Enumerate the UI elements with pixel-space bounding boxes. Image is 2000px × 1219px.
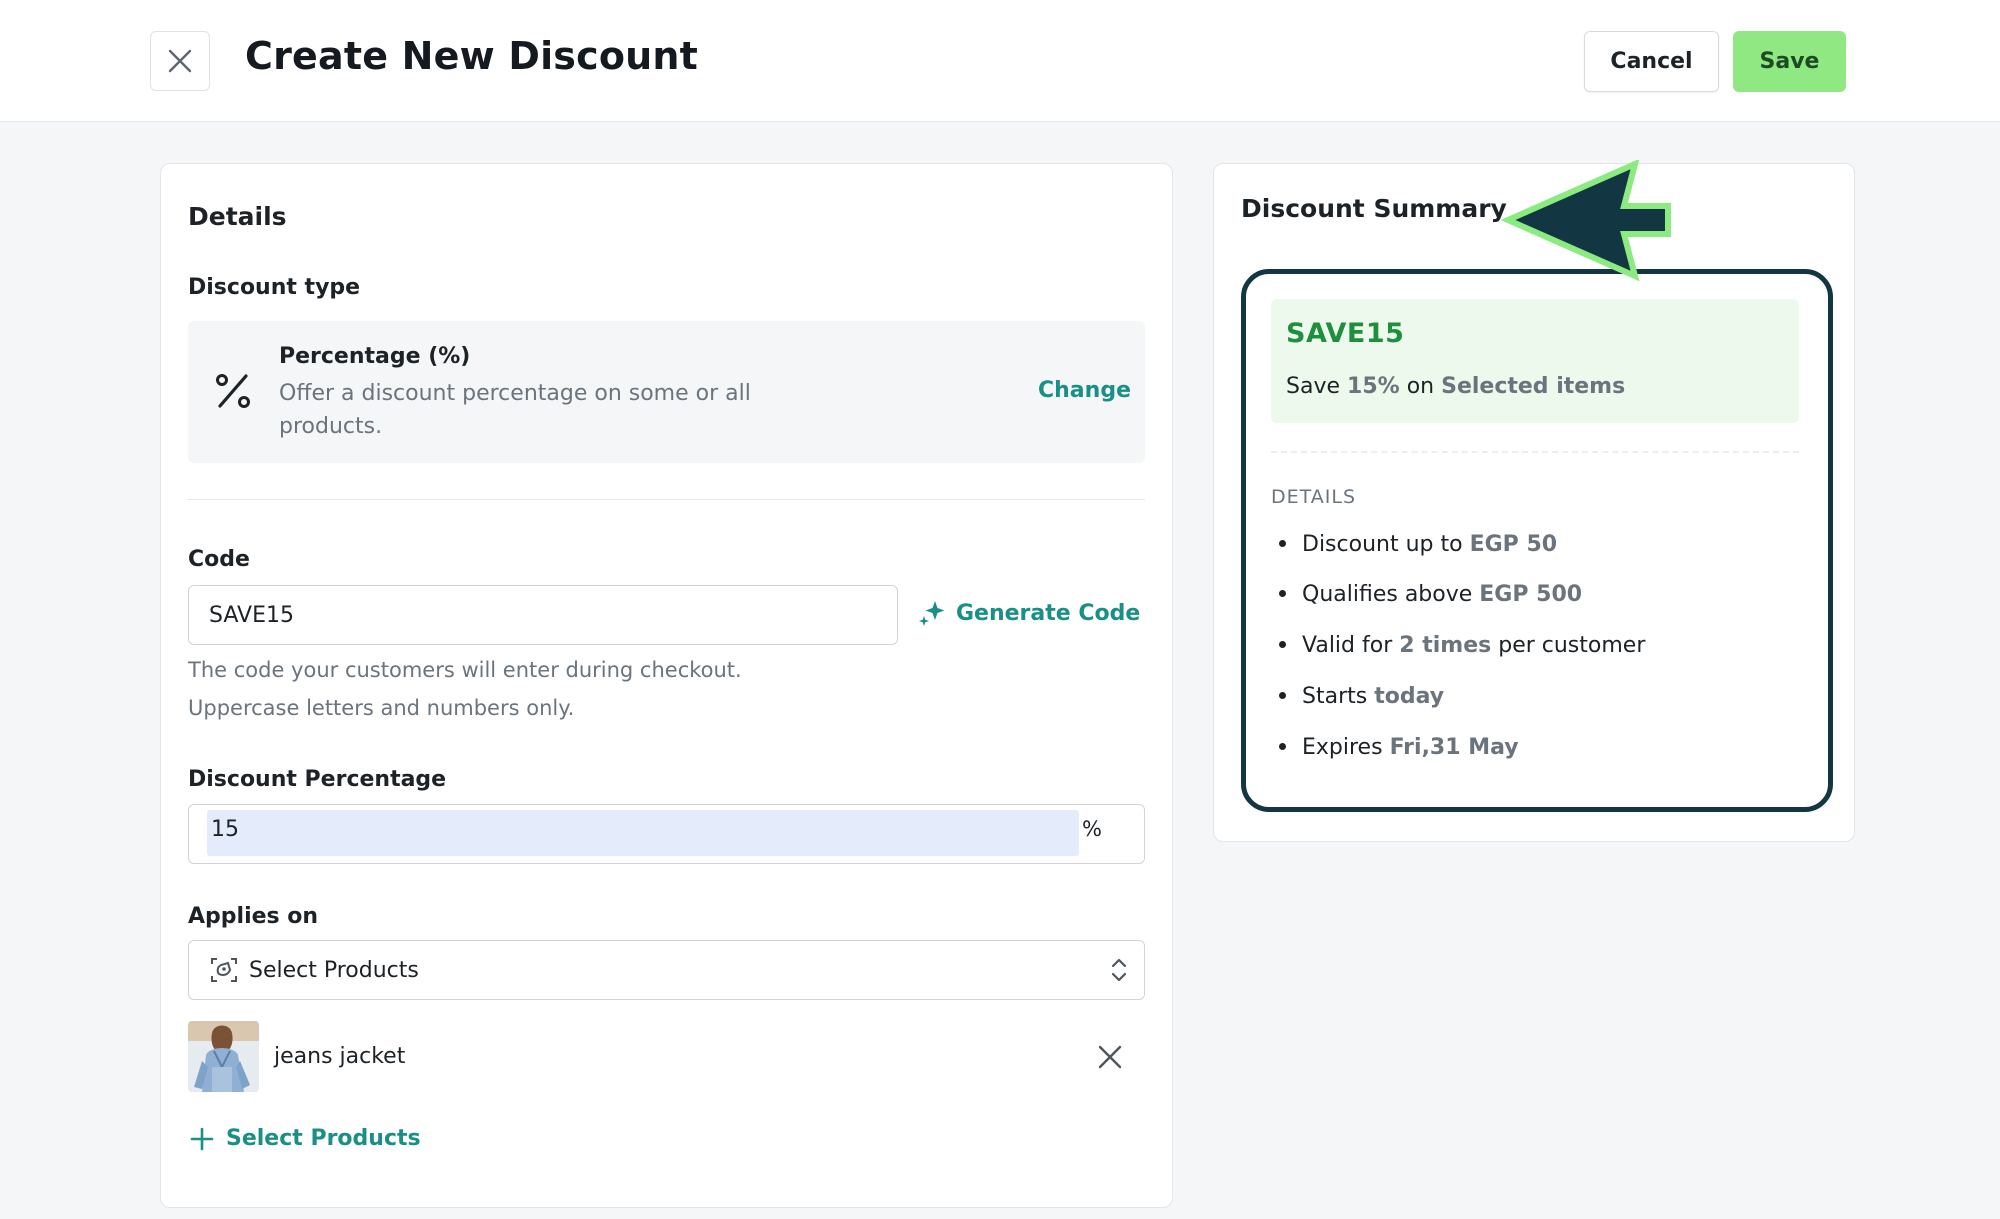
applies-on-select[interactable]: Select Products <box>188 940 1145 1000</box>
chevron-updown-icon <box>1111 958 1127 982</box>
summary-highlight-frame <box>1241 269 1833 812</box>
discount-type-title: Percentage (%) <box>279 344 471 369</box>
details-title: Details <box>188 202 287 231</box>
generate-code-button[interactable]: Generate Code <box>918 599 1140 627</box>
percentage-suffix: % <box>1082 817 1102 841</box>
code-help-1: The code your customers will enter durin… <box>188 658 742 682</box>
applies-on-value: Select Products <box>249 957 419 983</box>
percentage-value: 15 <box>211 817 239 842</box>
add-products-label: Select Products <box>226 1126 421 1151</box>
summary-title: Discount Summary <box>1241 194 1507 223</box>
discount-percentage-input[interactable]: 15 % <box>188 804 1145 864</box>
discount-type-description: Offer a discount percentage on some or a… <box>279 381 751 439</box>
save-button[interactable]: Save <box>1733 31 1846 92</box>
plus-icon <box>190 1127 214 1150</box>
product-thumbnail <box>188 1021 259 1092</box>
code-label: Code <box>188 547 250 572</box>
details-card: Details Discount type Percentage (%) Off… <box>160 163 1173 1208</box>
change-type-link[interactable]: Change <box>1038 378 1131 403</box>
code-input-value: SAVE15 <box>209 602 294 628</box>
page-title: Create New Discount <box>245 34 699 78</box>
add-products-button[interactable]: Select Products <box>190 1126 421 1151</box>
percent-icon <box>216 374 250 408</box>
top-bar: Create New Discount Cancel Save <box>0 0 2000 122</box>
arrow-pointer-icon <box>1500 160 1671 282</box>
product-name: jeans jacket <box>274 1044 406 1069</box>
code-help-2: Uppercase letters and numbers only. <box>188 696 575 720</box>
generate-code-label: Generate Code <box>956 600 1141 626</box>
section-divider <box>188 499 1145 500</box>
code-input[interactable]: SAVE15 <box>188 585 898 645</box>
percentage-selection-highlight <box>207 810 1079 856</box>
cancel-button[interactable]: Cancel <box>1584 31 1719 92</box>
sparkle-icon <box>919 601 945 626</box>
remove-icon[interactable] <box>1096 1043 1124 1071</box>
discount-percentage-label: Discount Percentage <box>188 767 447 792</box>
close-button[interactable] <box>150 31 210 91</box>
discount-type-label: Discount type <box>188 275 361 300</box>
discount-type-box: Percentage (%) Offer a discount percenta… <box>188 321 1145 463</box>
product-select-icon <box>211 958 237 982</box>
applies-on-label: Applies on <box>188 904 319 929</box>
close-icon <box>168 49 192 73</box>
